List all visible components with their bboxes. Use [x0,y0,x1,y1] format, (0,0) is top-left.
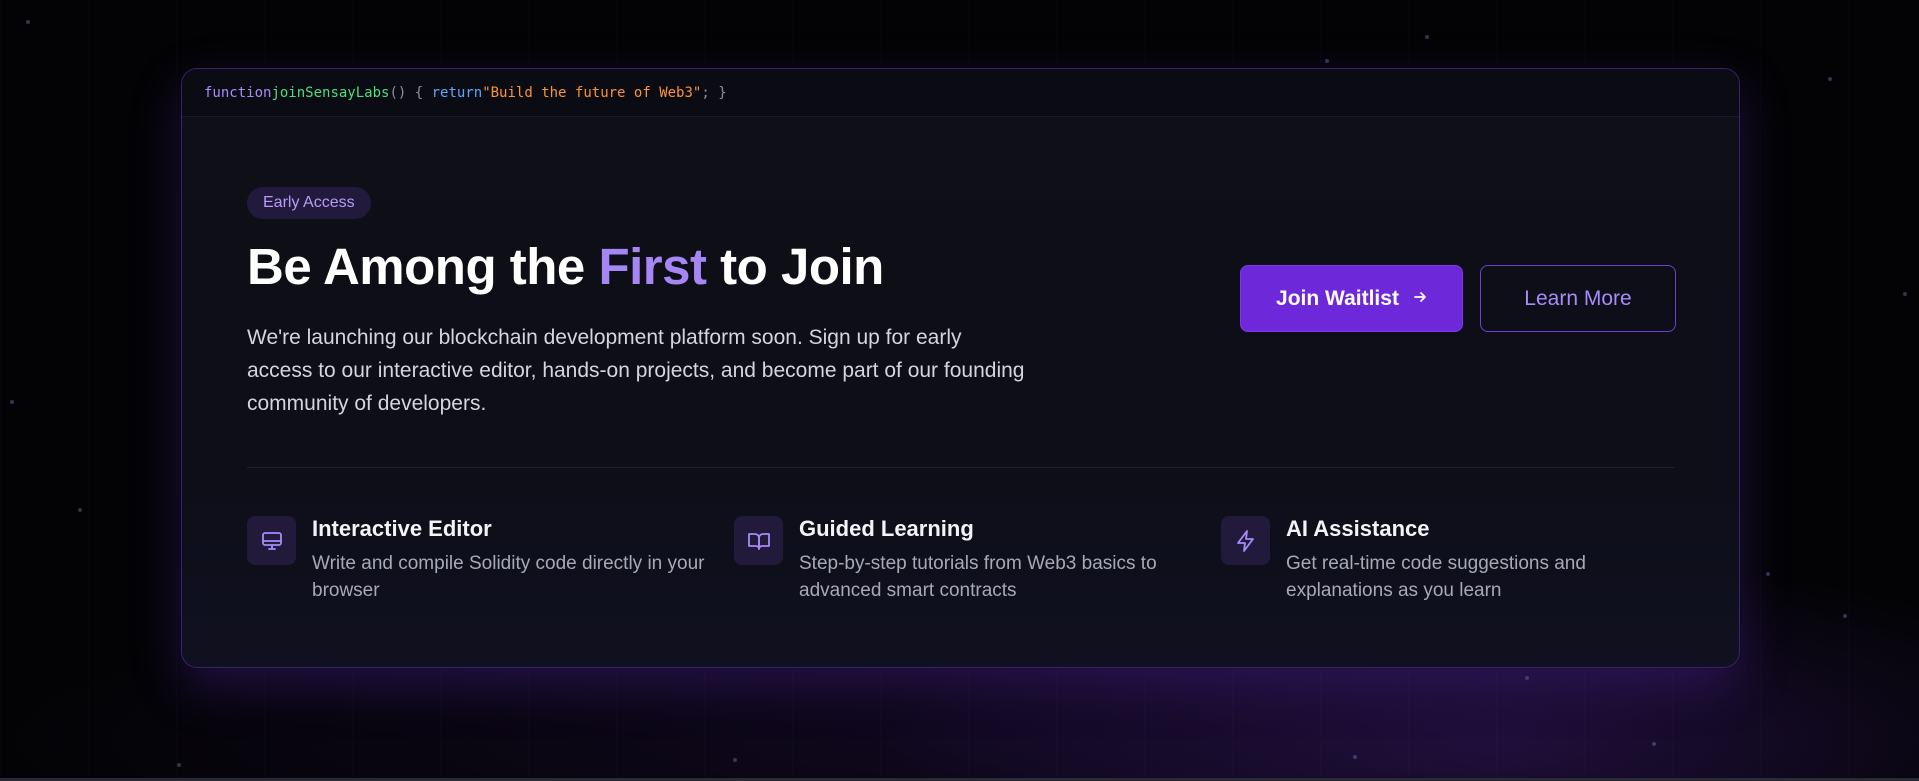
star-dot [1353,755,1357,759]
code-return-keyword: return [431,84,483,101]
star-dot [1652,742,1656,746]
title-accent: First [598,238,707,295]
feature-title: Guided Learning [799,516,974,541]
star-dot [1903,292,1907,296]
feature-guided-learning: Guided Learning Step-by-step tutorials f… [734,516,1209,604]
monitor-icon [247,516,296,565]
star-dot [733,758,737,762]
arrow-right-icon [1413,288,1427,309]
feature-description: Get real-time code suggestions and expla… [1286,553,1586,601]
join-waitlist-button[interactable]: Join Waitlist [1240,265,1463,332]
cta-actions: Join Waitlist Learn More [1240,265,1676,332]
star-dot [1766,572,1770,576]
early-access-badge: Early Access [247,187,371,219]
feature-title: AI Assistance [1286,516,1430,541]
waitlist-card: function joinSensayLabs() { return "Buil… [181,68,1740,668]
code-string: "Build the future of Web3" [482,84,702,101]
star-dot [177,763,181,767]
code-snippet-bar: function joinSensayLabs() { return "Buil… [182,69,1739,117]
star-dot [26,20,30,24]
feature-text: AI Assistance Get real-time code suggest… [1286,516,1696,604]
learn-more-button[interactable]: Learn More [1480,265,1676,332]
feature-interactive-editor: Interactive Editor Write and compile Sol… [247,516,722,604]
feature-description: Step-by-step tutorials from Web3 basics … [799,553,1157,601]
star-dot [1843,614,1847,618]
code-punctuation-open: () { [389,84,432,101]
feature-text: Guided Learning Step-by-step tutorials f… [799,516,1209,604]
star-dot [78,508,82,512]
star-dot [1828,77,1832,81]
feature-ai-assistance: AI Assistance Get real-time code suggest… [1221,516,1696,604]
star-dot [10,400,14,404]
hero-section: Early Access Be Among the First to Join … [247,187,1027,420]
feature-text: Interactive Editor Write and compile Sol… [312,516,722,604]
book-open-icon [734,516,783,565]
star-dot [1325,59,1329,63]
star-dot [1525,676,1529,680]
code-punctuation-close: ; } [701,84,727,101]
feature-title: Interactive Editor [312,516,492,541]
title-prefix: Be Among the [247,238,599,295]
learn-more-label: Learn More [1524,286,1632,310]
zap-icon [1221,516,1270,565]
page: function joinSensayLabs() { return "Buil… [0,0,1919,781]
section-divider [247,467,1674,468]
hero-description: We're launching our blockchain developme… [247,326,1025,416]
star-dot [1425,35,1429,39]
join-waitlist-label: Join Waitlist [1276,286,1399,310]
code-keyword: function [204,84,272,101]
title-suffix: to Join [706,238,884,295]
feature-description: Write and compile Solidity code directly… [312,553,705,601]
page-title: Be Among the First to Join [247,238,1027,295]
code-function-name: joinSensayLabs [271,84,390,101]
